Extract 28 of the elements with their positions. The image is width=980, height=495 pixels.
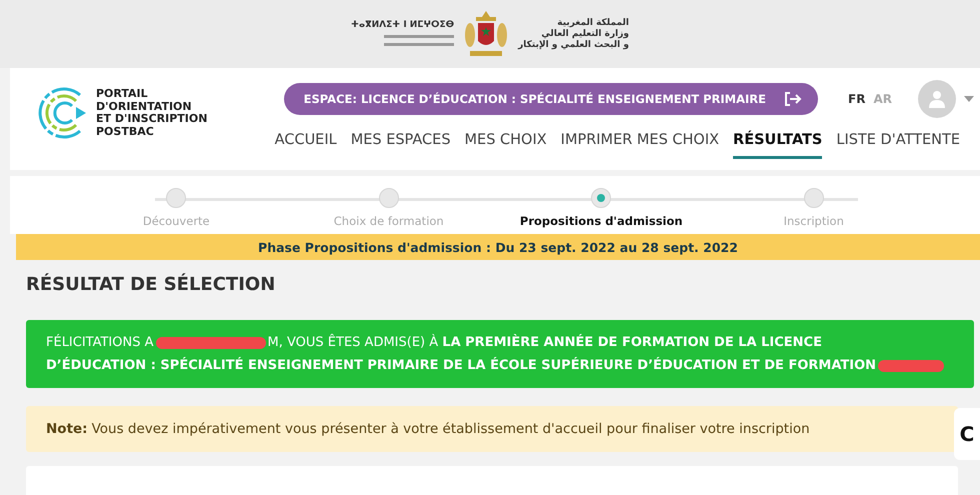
note-label: Note: xyxy=(46,421,88,437)
message-text: D’ÉDUCATION : SPÉCIALITÉ ENSEIGNEMENT PRIMAIRE DE LA ÉCOLE SUPÉRIEURE D’ÉDUCATION ET DE FORMATION xyxy=(46,356,876,375)
message-text: M, VOUS ÊTES ADMIS(E) À LA PREMIÈRE ANNÉE DE FORMATION DE LA LICENCE xyxy=(268,332,822,352)
ministry-name-line: وزارة التعليم العالي xyxy=(541,28,629,40)
message-text: FÉLICITATIONS A xyxy=(46,333,154,352)
step-label: Inscription xyxy=(784,214,844,228)
ministry-name-line: المملكة المغربية xyxy=(557,18,629,28)
nav-link[interactable]: LISTE D'ATTENTE xyxy=(836,132,960,159)
note-text: Vous devez impérativement vous présenter à votre établissement d'accueil pour finaliser votre inscription xyxy=(92,421,810,437)
tifinagh-title: ⵜⴰⴳⵍⴷⵉⵜ ⵏ ⵍⵎⵖⵔⵉⴱ xyxy=(351,20,454,30)
nav-link[interactable]: MES ESPACES xyxy=(350,132,451,159)
portal-name-line: PORTAIL xyxy=(96,88,149,100)
ministry-name-line: و البحث العلمي و الإبتكار xyxy=(518,40,629,50)
nav-link[interactable]: RÉSULTATS xyxy=(733,132,822,159)
nav-link[interactable]: MES CHOIX xyxy=(464,132,547,159)
nav-link[interactable]: IMPRIMER MES CHOIX xyxy=(560,132,720,159)
phase-banner: Phase Propositions d'admission : Du 23 sept. 2022 au 28 sept. 2022 xyxy=(16,234,980,260)
side-tab[interactable]: C xyxy=(954,408,980,460)
portal-name-line: D'ORIENTATION xyxy=(96,100,193,113)
step-label: Propositions d'admission xyxy=(520,214,683,228)
page-title: RÉSULTAT DE SÉLECTION xyxy=(26,274,276,297)
portal-name-line: POSTBAC xyxy=(96,126,155,138)
step-label: Découverte xyxy=(142,214,210,228)
language-link[interactable]: FR xyxy=(848,92,866,106)
nav-link[interactable]: ACCUEIL xyxy=(274,132,337,159)
step-label: Choix de formation xyxy=(334,214,444,228)
space-selector[interactable]: ESPACE: LICENCE D’ÉDUCATION : SPÉCIALITÉ ENSEIGNEMENT PRIMAIRE xyxy=(284,83,818,115)
portal-name-line: ET D'INSCRIPTION xyxy=(96,113,208,126)
